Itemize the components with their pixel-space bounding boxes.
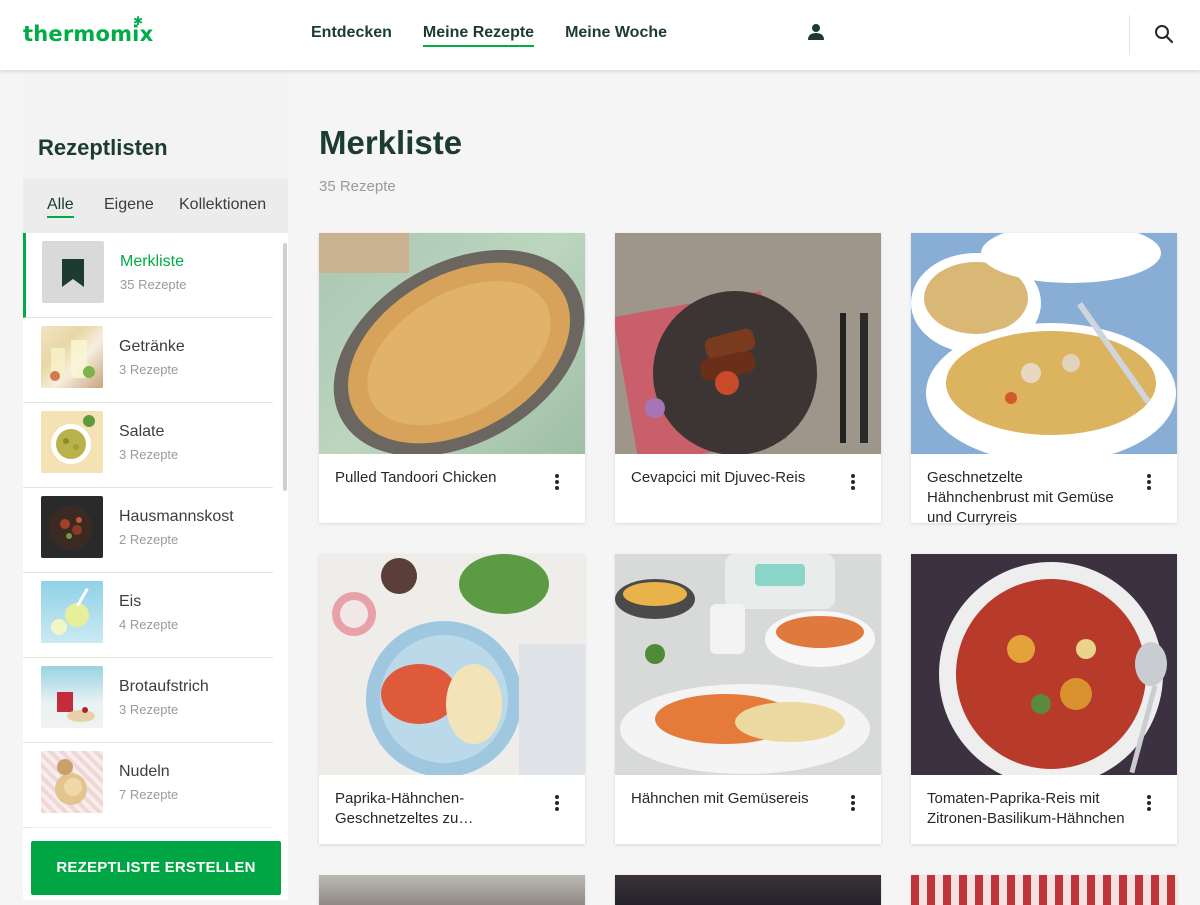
sidebar-tabs: Alle Eigene Kollektionen xyxy=(23,179,288,233)
list-item-salate[interactable]: Salate 3 Rezepte xyxy=(23,403,273,488)
recipe-image xyxy=(319,233,585,454)
recipe-title: Hähnchen mit Gemüsereis xyxy=(631,790,809,807)
list-item-label: Salate xyxy=(119,423,165,440)
recipe-count: 35 Rezepte xyxy=(319,178,396,195)
recipe-card[interactable]: Pulled Tandoori Chicken xyxy=(319,233,585,523)
recipe-title: Pulled Tandoori Chicken xyxy=(335,469,497,486)
recipe-card[interactable] xyxy=(615,875,881,905)
sidebar-title: Rezeptlisten xyxy=(38,135,168,160)
user-icon[interactable] xyxy=(806,22,826,42)
logo-star-icon: ✱ xyxy=(133,14,144,28)
top-header: thermomix ✱ Entdecken Meine Rezepte Mein… xyxy=(0,0,1200,70)
recipe-card[interactable]: Paprika-Hähnchen-Geschnetzeltes zu… xyxy=(319,554,585,844)
recipe-card[interactable]: Cevapcici mit Djuvec-Reis xyxy=(615,233,881,523)
homestyle-thumbnail xyxy=(41,496,103,558)
recipe-image xyxy=(615,875,881,905)
list-item-count: 3 Rezepte xyxy=(119,447,179,462)
search-icon[interactable] xyxy=(1153,23,1175,45)
more-options-icon[interactable] xyxy=(1144,473,1154,491)
list-item-label: Hausmannskost xyxy=(119,508,234,525)
list-item-label: Brotaufstrich xyxy=(119,678,209,695)
list-item-label: Merkliste xyxy=(120,253,185,270)
list-item-label: Getränke xyxy=(119,338,185,355)
recipe-image xyxy=(615,554,881,775)
list-item-label: Nudeln xyxy=(119,763,170,780)
recipe-title: Paprika-Hähnchen-Geschnetzeltes zu… xyxy=(335,790,474,827)
recipe-list: Merkliste 35 Rezepte Getränke 3 Rezepte … xyxy=(23,233,273,828)
main-nav: Entdecken Meine Rezepte Meine Woche xyxy=(311,24,667,47)
list-item-count: 3 Rezepte xyxy=(119,702,179,717)
list-item-count: 3 Rezepte xyxy=(119,362,179,377)
recipe-image xyxy=(319,554,585,775)
list-item-count: 4 Rezepte xyxy=(119,617,179,632)
more-options-icon[interactable] xyxy=(552,794,562,812)
recipe-card[interactable]: Geschnetzelte Hähnchenbrust mit Gemüse u… xyxy=(911,233,1177,526)
spread-thumbnail xyxy=(41,666,103,728)
recipe-image xyxy=(911,554,1177,775)
recipe-image xyxy=(911,233,1177,454)
recipe-image xyxy=(615,233,881,454)
more-options-icon[interactable] xyxy=(848,473,858,491)
recipe-card[interactable]: Hähnchen mit Gemüsereis xyxy=(615,554,881,844)
recipe-image xyxy=(319,875,585,905)
tab-alle[interactable]: Alle xyxy=(47,196,74,218)
drinks-thumbnail xyxy=(41,326,103,388)
recipe-card[interactable]: Tomaten-Paprika-Reis mit Zitronen-Basili… xyxy=(911,554,1177,844)
bookmark-thumb xyxy=(42,241,104,303)
list-item-getraenke[interactable]: Getränke 3 Rezepte xyxy=(23,318,273,403)
tab-kollektionen[interactable]: Kollektionen xyxy=(179,196,266,214)
tab-eigene[interactable]: Eigene xyxy=(104,196,154,214)
bookmark-icon xyxy=(62,259,84,287)
list-item-count: 35 Rezepte xyxy=(120,277,187,292)
recipe-card[interactable] xyxy=(319,875,585,905)
recipe-title: Cevapcici mit Djuvec-Reis xyxy=(631,469,806,486)
salad-thumbnail xyxy=(41,411,103,473)
sidebar-scrollbar[interactable] xyxy=(283,243,287,491)
recipe-title: Geschnetzelte Hähnchenbrust mit Gemüse u… xyxy=(927,469,1114,526)
list-item-count: 7 Rezepte xyxy=(119,787,179,802)
noodles-thumbnail xyxy=(41,751,103,813)
sidebar-header xyxy=(23,70,288,179)
nav-entdecken[interactable]: Entdecken xyxy=(311,24,392,47)
more-options-icon[interactable] xyxy=(848,794,858,812)
page-title: Merkliste xyxy=(319,124,463,161)
list-item-eis[interactable]: Eis 4 Rezepte xyxy=(23,573,273,658)
header-divider xyxy=(1129,15,1130,55)
create-recipe-list-button[interactable]: REZEPTLISTE ERSTELLEN xyxy=(31,841,281,895)
icecream-thumbnail xyxy=(41,581,103,643)
thermomix-logo[interactable]: thermomix ✱ xyxy=(23,14,153,46)
recipe-lists-sidebar: Rezeptlisten Alle Eigene Kollektionen Me… xyxy=(23,70,288,900)
more-options-icon[interactable] xyxy=(552,473,562,491)
list-item-label: Eis xyxy=(119,593,142,610)
nav-meine-rezepte[interactable]: Meine Rezepte xyxy=(422,24,535,47)
list-item-count: 2 Rezepte xyxy=(119,532,179,547)
recipe-title: Tomaten-Paprika-Reis mit Zitronen-Basili… xyxy=(927,790,1125,827)
list-item-brotaufstrich[interactable]: Brotaufstrich 3 Rezepte xyxy=(23,658,273,743)
nav-meine-woche[interactable]: Meine Woche xyxy=(565,24,667,47)
more-options-icon[interactable] xyxy=(1144,794,1154,812)
list-item-merkliste[interactable]: Merkliste 35 Rezepte xyxy=(23,233,273,318)
list-item-nudeln[interactable]: Nudeln 7 Rezepte xyxy=(23,743,273,828)
recipe-image xyxy=(911,875,1177,905)
list-item-hausmannskost[interactable]: Hausmannskost 2 Rezepte xyxy=(23,488,273,573)
recipe-card[interactable] xyxy=(911,875,1177,905)
